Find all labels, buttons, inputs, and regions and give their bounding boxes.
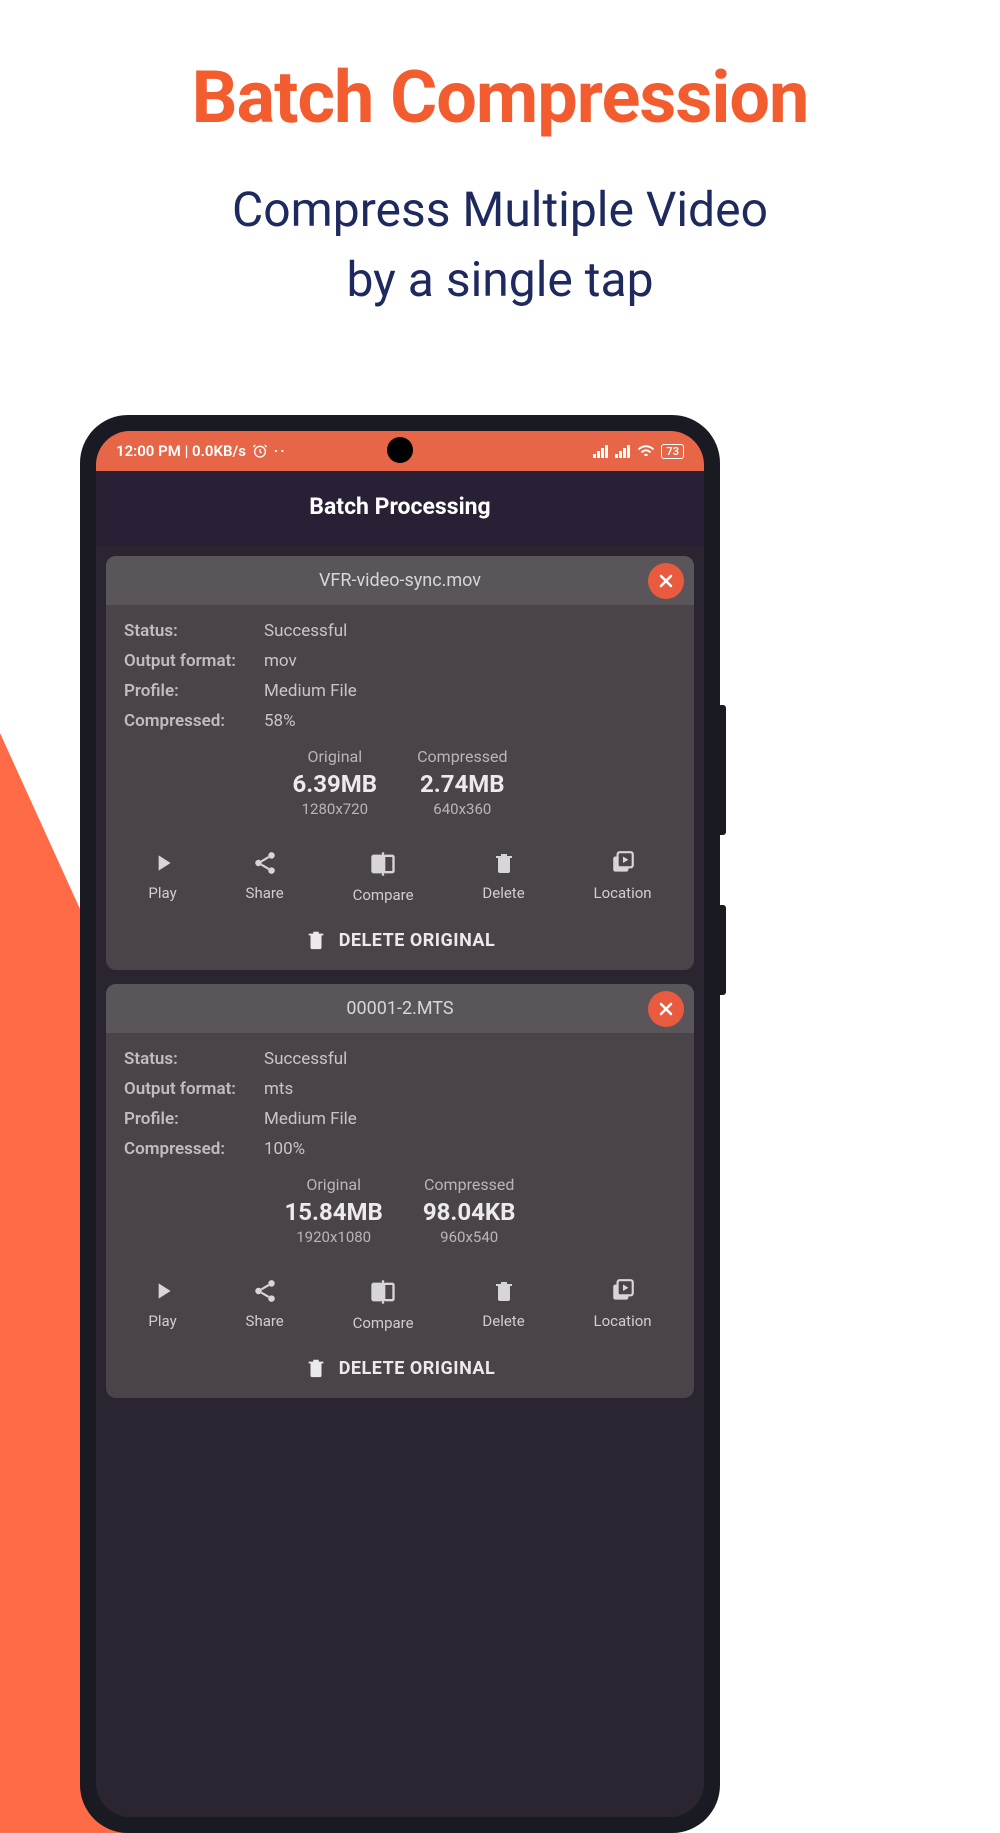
share-label: Share bbox=[246, 1312, 284, 1330]
col-original-label: Original bbox=[285, 1175, 383, 1194]
status-bar: 12:00 PM | 0.0KB/s ·· 73 bbox=[96, 431, 704, 471]
phone-frame: 12:00 PM | 0.0KB/s ·· 73 Batch Proces bbox=[80, 415, 720, 1833]
compare-button[interactable]: Compare bbox=[353, 1278, 414, 1332]
location-label: Location bbox=[594, 884, 652, 902]
value-profile: Medium File bbox=[264, 1109, 357, 1129]
location-icon bbox=[609, 1278, 637, 1304]
phone-screen: 12:00 PM | 0.0KB/s ·· 73 Batch Proces bbox=[96, 431, 704, 1817]
label-output-format: Output format: bbox=[124, 651, 264, 671]
delete-original-label: DELETE ORIGINAL bbox=[339, 930, 496, 951]
share-button[interactable]: Share bbox=[246, 1278, 284, 1332]
delete-button[interactable]: Delete bbox=[482, 1278, 524, 1332]
label-compressed: Compressed: bbox=[124, 1139, 264, 1159]
share-icon bbox=[252, 1278, 278, 1304]
card-filename: 00001-2.MTS bbox=[120, 998, 680, 1019]
compressed-size: 98.04KB bbox=[423, 1198, 516, 1226]
play-icon bbox=[150, 1278, 176, 1304]
delete-original-label: DELETE ORIGINAL bbox=[339, 1358, 496, 1379]
play-label: Play bbox=[148, 1312, 176, 1330]
delete-original-button[interactable]: DELETE ORIGINAL bbox=[106, 918, 694, 970]
col-compressed-label: Compressed bbox=[417, 747, 507, 766]
play-label: Play bbox=[148, 884, 176, 902]
label-compressed: Compressed: bbox=[124, 711, 264, 731]
status-dots: ·· bbox=[274, 442, 287, 460]
compare-button[interactable]: Compare bbox=[353, 850, 414, 904]
delete-original-button[interactable]: DELETE ORIGINAL bbox=[106, 1346, 694, 1398]
result-card: VFR-video-sync.mov Status:Successful Out… bbox=[106, 556, 694, 970]
share-label: Share bbox=[246, 884, 284, 902]
status-time-net: 12:00 PM | 0.0KB/s bbox=[116, 442, 246, 460]
original-size: 6.39MB bbox=[293, 770, 378, 798]
value-compressed-pct: 58% bbox=[264, 711, 296, 731]
signal-icon bbox=[593, 444, 609, 458]
value-output-format: mts bbox=[264, 1079, 293, 1099]
camera-notch bbox=[387, 437, 413, 463]
subhead-line-2: by a single tap bbox=[346, 251, 653, 308]
wifi-icon bbox=[637, 444, 655, 458]
marketing-subhead: Compress Multiple Video by a single tap bbox=[0, 175, 1000, 314]
location-label: Location bbox=[594, 1312, 652, 1330]
label-output-format: Output format: bbox=[124, 1079, 264, 1099]
close-icon bbox=[656, 571, 676, 591]
compare-label: Compare bbox=[353, 1314, 414, 1332]
subhead-line-1: Compress Multiple Video bbox=[232, 181, 768, 238]
alarm-icon bbox=[252, 443, 268, 459]
value-status: Successful bbox=[264, 1049, 347, 1069]
label-status: Status: bbox=[124, 1049, 264, 1069]
compressed-resolution: 960x540 bbox=[423, 1228, 516, 1246]
compare-label: Compare bbox=[353, 886, 414, 904]
card-header: 00001-2.MTS bbox=[106, 984, 694, 1033]
play-icon bbox=[150, 850, 176, 876]
value-compressed-pct: 100% bbox=[264, 1139, 305, 1159]
location-button[interactable]: Location bbox=[594, 1278, 652, 1332]
battery-indicator: 73 bbox=[661, 444, 684, 459]
location-icon bbox=[609, 850, 637, 876]
label-status: Status: bbox=[124, 621, 264, 641]
delete-label: Delete bbox=[482, 1312, 524, 1330]
compressed-size: 2.74MB bbox=[417, 770, 507, 798]
app-bar-title: Batch Processing bbox=[96, 471, 704, 546]
result-card: 00001-2.MTS Status:Successful Output for… bbox=[106, 984, 694, 1398]
trash-icon bbox=[492, 1278, 516, 1304]
marketing-headline: Batch Compression bbox=[0, 55, 1000, 140]
card-header: VFR-video-sync.mov bbox=[106, 556, 694, 605]
play-button[interactable]: Play bbox=[148, 1278, 176, 1332]
trash-icon bbox=[305, 1356, 327, 1380]
compressed-resolution: 640x360 bbox=[417, 800, 507, 818]
col-original-label: Original bbox=[293, 747, 378, 766]
value-profile: Medium File bbox=[264, 681, 357, 701]
play-button[interactable]: Play bbox=[148, 850, 176, 904]
share-icon bbox=[252, 850, 278, 876]
trash-icon bbox=[492, 850, 516, 876]
phone-side-button bbox=[720, 905, 726, 995]
signal-icon bbox=[615, 444, 631, 458]
value-status: Successful bbox=[264, 621, 347, 641]
compare-icon bbox=[369, 1278, 397, 1306]
label-profile: Profile: bbox=[124, 1109, 264, 1129]
share-button[interactable]: Share bbox=[246, 850, 284, 904]
trash-icon bbox=[305, 928, 327, 952]
close-button[interactable] bbox=[648, 563, 684, 599]
original-resolution: 1920x1080 bbox=[285, 1228, 383, 1246]
compare-icon bbox=[369, 850, 397, 878]
value-output-format: mov bbox=[264, 651, 297, 671]
card-filename: VFR-video-sync.mov bbox=[120, 570, 680, 591]
original-size: 15.84MB bbox=[285, 1198, 383, 1226]
delete-button[interactable]: Delete bbox=[482, 850, 524, 904]
phone-side-button bbox=[720, 705, 726, 835]
location-button[interactable]: Location bbox=[594, 850, 652, 904]
close-button[interactable] bbox=[648, 991, 684, 1027]
delete-label: Delete bbox=[482, 884, 524, 902]
original-resolution: 1280x720 bbox=[293, 800, 378, 818]
label-profile: Profile: bbox=[124, 681, 264, 701]
col-compressed-label: Compressed bbox=[423, 1175, 516, 1194]
close-icon bbox=[656, 999, 676, 1019]
